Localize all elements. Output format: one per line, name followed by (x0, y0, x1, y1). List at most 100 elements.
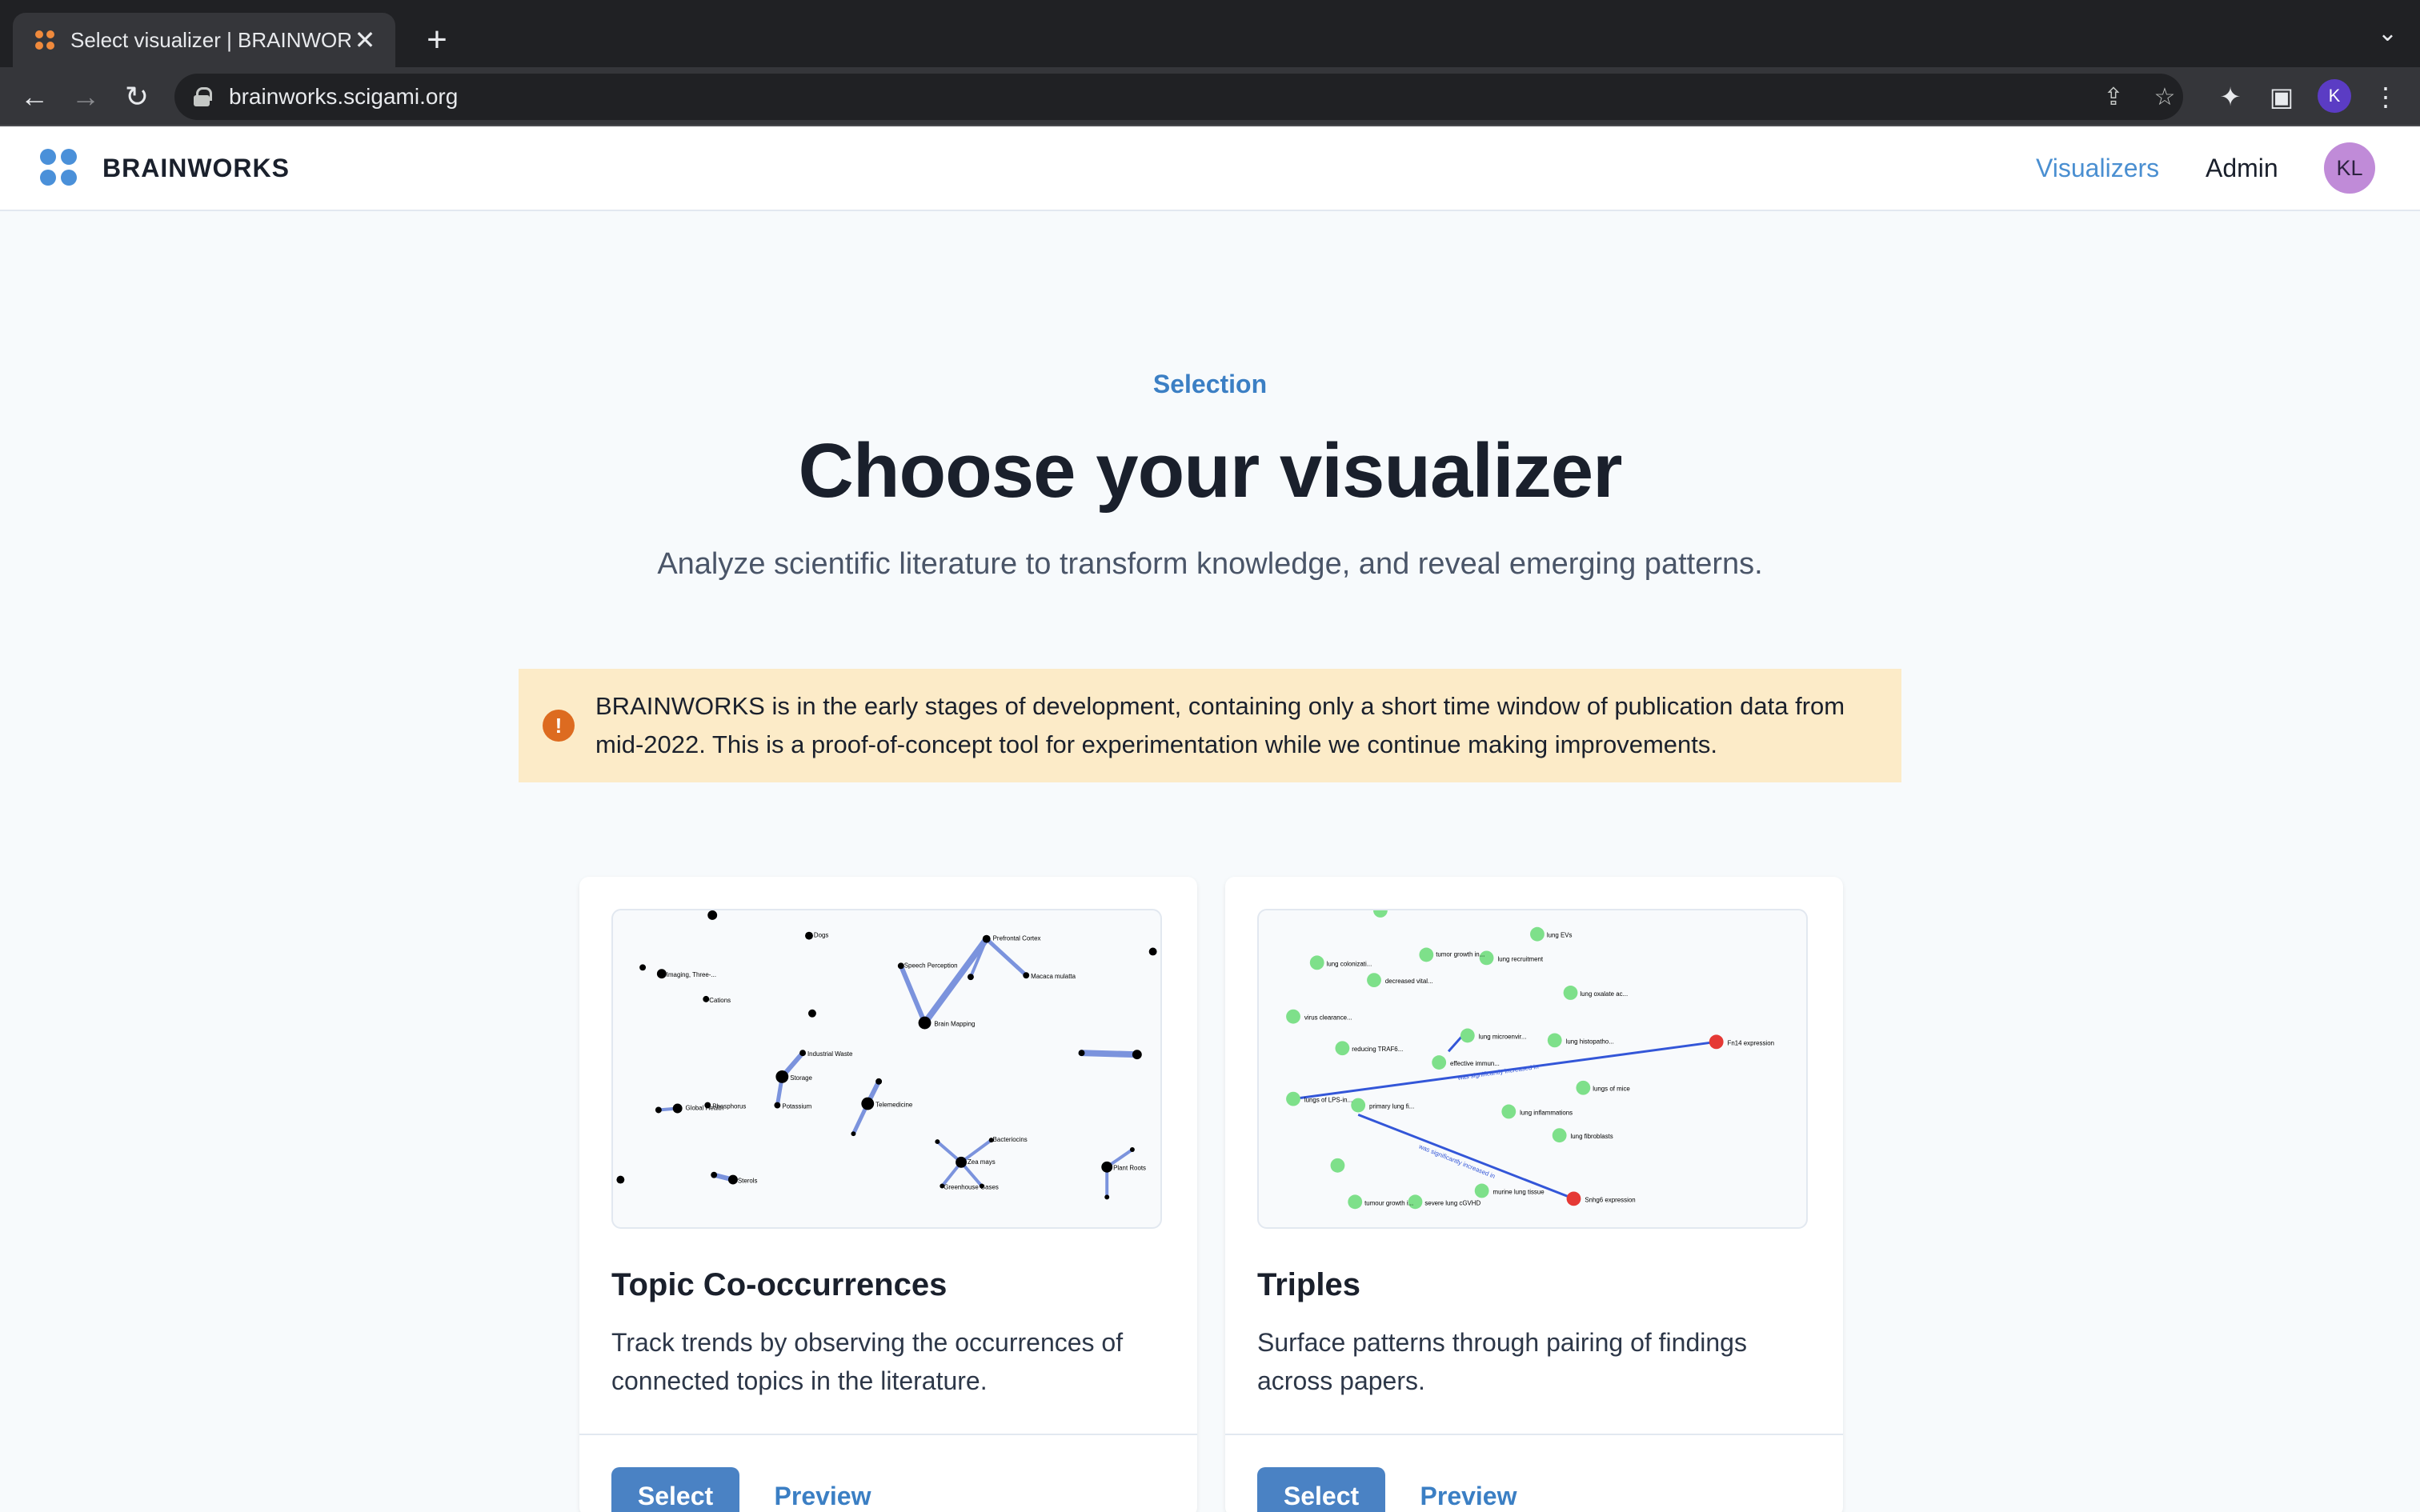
graph-node (807, 1009, 816, 1018)
page-title: Choose your visualizer (798, 428, 1623, 514)
user-avatar[interactable]: KL (2324, 142, 2375, 194)
graph-node (1419, 947, 1434, 962)
graph-node (861, 1097, 875, 1110)
graph-label: Industrial Waste (807, 1050, 853, 1058)
browser-menu-icon[interactable]: ⋮ (2367, 78, 2404, 115)
new-tab-button[interactable]: + (415, 18, 459, 62)
graph-node (656, 969, 667, 979)
back-button[interactable]: ← (14, 77, 54, 117)
brainworks-logo-icon[interactable] (40, 149, 77, 186)
graph-label: tumour growth i... (1364, 1199, 1413, 1206)
graph-node (1547, 1033, 1562, 1048)
graph-node (875, 1078, 883, 1085)
graph-node (805, 931, 813, 940)
browser-tabstrip: Select visualizer | BRAINWORKS ✕ + ⌄ (0, 0, 2420, 67)
graph-label: Storage (790, 1074, 812, 1082)
graph-edge (921, 935, 990, 1026)
graph-node (1309, 955, 1324, 970)
graph-node (967, 974, 974, 981)
graph-label: Zea mays (968, 1158, 996, 1166)
graph-label: lung microenvir... (1479, 1033, 1527, 1040)
graph-node (672, 1103, 683, 1114)
graph-node (1330, 1158, 1345, 1173)
graph-label: reducing TRAF6... (1352, 1046, 1403, 1053)
graph-node (1576, 1080, 1591, 1095)
graph-node (851, 1131, 856, 1137)
tab-search-chevron-icon[interactable]: ⌄ (2378, 19, 2398, 47)
graph-node (1286, 1091, 1300, 1106)
graph-node (1351, 1098, 1366, 1113)
graph-edge (1447, 1036, 1463, 1053)
graph-label: Macaca mulatta (1031, 973, 1076, 980)
lock-icon[interactable] (194, 87, 212, 106)
graph-node (616, 1175, 625, 1184)
graph-node (775, 1070, 789, 1083)
graph-node (707, 910, 718, 920)
graph-edge (898, 963, 928, 1026)
graph-label: decreased vital... (1385, 978, 1433, 985)
bookmark-star-icon[interactable]: ☆ (2150, 82, 2180, 112)
graph-node (935, 1139, 940, 1145)
graph-node (1148, 947, 1157, 956)
url-text[interactable]: brainworks.scigami.org (229, 84, 458, 110)
brand-name[interactable]: BRAINWORKS (102, 154, 290, 183)
browser-toolbar: ← → ↻ brainworks.scigami.org ⇪ ☆ ✦ ▣ ⋮ (0, 67, 2420, 126)
share-icon[interactable]: ⇪ (2098, 82, 2129, 112)
extensions-puzzle-icon[interactable]: ✦ (2212, 78, 2249, 115)
brainworks-favicon-icon (35, 30, 54, 50)
graph-label: lung oxalate ac... (1580, 990, 1628, 998)
address-bar[interactable]: brainworks.scigami.org ⇪ ☆ (174, 74, 2183, 120)
graph-label: lung EVs (1547, 932, 1573, 939)
nav-admin-link[interactable]: Admin (2206, 154, 2278, 183)
graph-label: lung inflammations (1520, 1109, 1573, 1116)
preview-button[interactable]: Preview (759, 1467, 887, 1512)
edge-label: was significantly increased in (1417, 1142, 1496, 1180)
graph-node (1709, 1034, 1724, 1050)
section-eyebrow: Selection (1152, 370, 1268, 398)
graph-label: Phosphorus (712, 1103, 746, 1110)
browser-profile-avatar[interactable]: K (2318, 79, 2351, 113)
select-button[interactable]: Select (1257, 1467, 1385, 1512)
triples-thumbnail: was significantly increased in was signi… (1257, 909, 1808, 1229)
graph-node (982, 934, 991, 943)
graph-label: Snhg6 expression (1585, 1196, 1635, 1203)
tab-close-icon[interactable]: ✕ (351, 25, 379, 55)
graph-node (1460, 1028, 1475, 1043)
side-panel-icon[interactable]: ▣ (2263, 78, 2300, 115)
tab-title: Select visualizer | BRAINWORKS (70, 27, 351, 52)
graph-node (1101, 1161, 1113, 1173)
forward-button[interactable]: → (66, 77, 106, 117)
graph-label: lung fibroblasts (1571, 1133, 1613, 1140)
graph-label: lung colonizati... (1327, 960, 1372, 967)
graph-edge (1357, 1114, 1575, 1200)
graph-label: Prefrontal Cortex (993, 935, 1041, 942)
visualizer-card-topic-cooccurrences: Brain Mapping Prefrontal Cortex Speech P… (579, 877, 1197, 1512)
graph-label: Telemedicine (875, 1102, 913, 1109)
card-description: Track trends by observing the occurrence… (611, 1328, 1124, 1395)
topic-cooccurrence-thumbnail: Brain Mapping Prefrontal Cortex Speech P… (611, 909, 1162, 1229)
browser-tab[interactable]: Select visualizer | BRAINWORKS ✕ (13, 13, 395, 67)
app-header: BRAINWORKS Visualizers Admin KL (0, 126, 2420, 211)
nav-visualizers-link[interactable]: Visualizers (2036, 154, 2159, 183)
reload-button[interactable]: ↻ (117, 77, 157, 117)
graph-node (728, 1174, 738, 1185)
preview-button[interactable]: Preview (1404, 1467, 1533, 1512)
graph-node (956, 1156, 967, 1168)
graph-node (1104, 1194, 1110, 1200)
graph-label: Plant Roots (1113, 1165, 1146, 1172)
graph-node (639, 964, 647, 971)
graph-node (1348, 1194, 1363, 1210)
select-button[interactable]: Select (611, 1467, 739, 1512)
graph-node (1078, 1050, 1085, 1057)
topic-network-graph: Brain Mapping Prefrontal Cortex Speech P… (616, 910, 1157, 1200)
graph-edge (1078, 1050, 1140, 1058)
development-warning-alert: ! BRAINWORKS is in the early stages of d… (519, 669, 1901, 782)
graph-node (1563, 986, 1578, 1000)
card-description: Surface patterns through pairing of find… (1257, 1328, 1747, 1395)
graph-node (1530, 926, 1545, 942)
graph-node (1552, 1128, 1567, 1143)
graph-node (799, 1050, 807, 1057)
graph-label: lung recruitment (1497, 955, 1543, 962)
graph-node (1367, 973, 1381, 988)
graph-label: lung histopatho... (1566, 1038, 1614, 1045)
